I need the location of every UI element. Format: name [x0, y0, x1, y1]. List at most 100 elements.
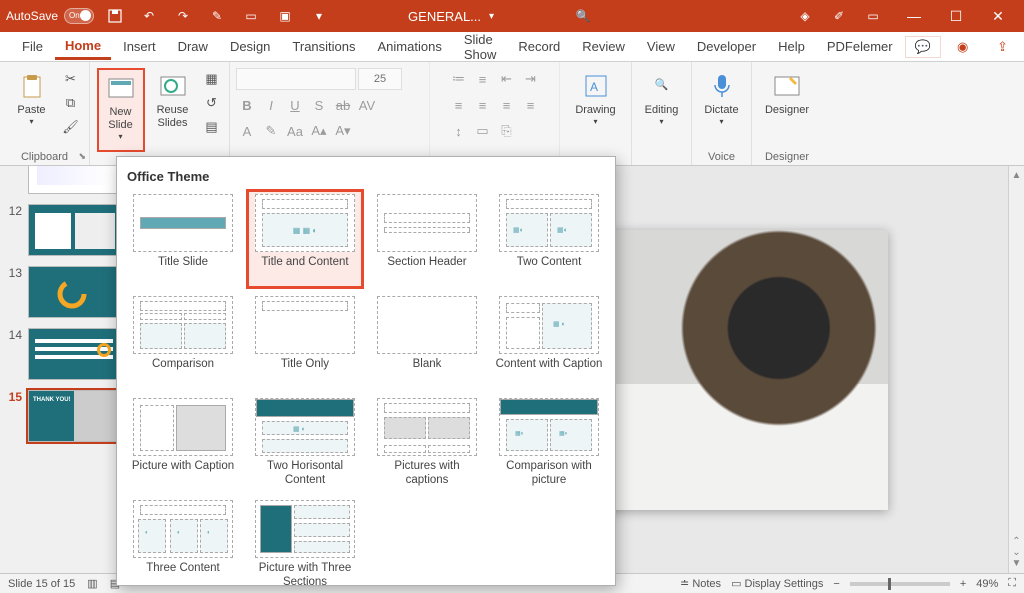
zoom-out-icon[interactable]: −	[833, 578, 839, 590]
fit-to-window-icon[interactable]: ⛶	[1008, 577, 1016, 590]
tab-transitions[interactable]: Transitions	[282, 35, 365, 58]
layout-content-with-caption[interactable]: ▦ ◐ Content with Caption	[493, 294, 605, 388]
layout-picture-with-three-sections[interactable]: Picture with Three Sections	[249, 498, 361, 586]
titlebar: AutoSave On ↶ ↷ ✎ ▭ ▣ ▾ GENERAL... ▾ 🔍 ◈…	[0, 0, 1024, 32]
notes-button[interactable]: ≐ Notes	[680, 577, 721, 590]
close-button[interactable]: ✕	[978, 0, 1018, 32]
present-icon[interactable]: ▣	[272, 3, 298, 29]
slide-thumbnails[interactable]: 12 13 14 15 THANK YOU!	[0, 166, 128, 573]
thumbnail-14[interactable]: 14	[4, 328, 123, 380]
tab-view[interactable]: View	[637, 35, 685, 58]
thumbnail-13[interactable]: 13	[4, 266, 123, 318]
layout-two-horizontal-content[interactable]: ▦ ◐ Two Horisontal Content	[249, 396, 361, 490]
zoom-in-icon[interactable]: +	[960, 578, 966, 590]
from-beginning-icon[interactable]: ▭	[238, 3, 264, 29]
thumbnail-12[interactable]: 12	[4, 204, 123, 256]
new-slide-icon	[107, 74, 135, 102]
drawing-button[interactable]: A Drawing▾	[572, 68, 620, 152]
clipboard-launcher-icon[interactable]: ⬊	[78, 151, 86, 162]
window-icon[interactable]: ▭	[860, 3, 886, 29]
maximize-button[interactable]: ☐	[936, 0, 976, 32]
tab-pdfelement[interactable]: PDFelemer	[817, 35, 903, 58]
share-icon[interactable]: ⇪	[985, 36, 1021, 58]
reuse-slides-icon	[159, 72, 187, 100]
tab-slideshow[interactable]: Slide Show	[454, 28, 507, 66]
group-slides: New Slide ▾ Reuse Slides ▦ ↺ ▤	[90, 62, 230, 165]
paste-icon	[18, 72, 46, 100]
next-slide-icon[interactable]: ⌄	[1012, 547, 1020, 558]
new-slide-gallery: Office Theme Title Slide ▦ ▦ ◐ Title and…	[116, 156, 616, 586]
group-font: 25 BIU SabAV A✎Aa A▴A▾	[230, 62, 430, 165]
cut-icon[interactable]: ✂	[60, 68, 82, 90]
designer-button[interactable]: Designer	[763, 68, 811, 152]
autosave-toggle[interactable]: AutoSave On	[6, 8, 94, 24]
group-voice: Dictate▾ Voice	[692, 62, 752, 165]
new-slide-button[interactable]: New Slide ▾	[97, 68, 145, 152]
accessibility-icon[interactable]: ▥	[87, 577, 97, 590]
layout-title-only[interactable]: Title Only	[249, 294, 361, 388]
tab-developer[interactable]: Developer	[687, 35, 766, 58]
reset-icon[interactable]: ↺	[201, 92, 223, 114]
redo-icon[interactable]: ↷	[170, 3, 196, 29]
save-icon[interactable]	[102, 3, 128, 29]
prev-slide-icon[interactable]: ⌃	[1012, 536, 1020, 547]
eyedropper-icon[interactable]: ✐	[826, 3, 852, 29]
gallery-grid: Title Slide ▦ ▦ ◐ Title and Content Sect…	[127, 192, 605, 586]
zoom-value: 49%	[976, 578, 998, 590]
tab-help[interactable]: Help	[768, 35, 815, 58]
comments-icon[interactable]: 💬	[905, 36, 941, 58]
format-painter-icon[interactable]: 🖌	[60, 116, 82, 138]
layout-icon[interactable]: ▦	[201, 68, 223, 90]
dictate-button[interactable]: Dictate▾	[698, 68, 746, 152]
record-indicator-icon[interactable]: ◉	[945, 36, 981, 58]
display-settings-button[interactable]: ▭ Display Settings	[731, 577, 823, 590]
tab-file[interactable]: File	[12, 35, 53, 58]
layout-three-content[interactable]: ◐◐◐ Three Content	[127, 498, 239, 586]
undo-icon[interactable]: ↶	[136, 3, 162, 29]
group-designer: Designer Designer	[752, 62, 822, 165]
document-title: GENERAL...	[408, 9, 481, 24]
copy-icon[interactable]: ⧉	[60, 92, 82, 114]
layout-title-slide[interactable]: Title Slide	[127, 192, 239, 286]
gallery-title: Office Theme	[127, 169, 605, 184]
reuse-slides-button[interactable]: Reuse Slides	[149, 68, 197, 152]
scroll-down-icon[interactable]: ▼	[1012, 558, 1022, 569]
ribbon-tabs: File Home Insert Draw Design Transitions…	[0, 32, 1024, 62]
paste-button[interactable]: Paste ▾	[8, 68, 56, 152]
window-controls: — ☐ ✕	[894, 0, 1018, 32]
editing-button[interactable]: 🔍 Editing▾	[638, 68, 686, 152]
tab-design[interactable]: Design	[220, 35, 280, 58]
touch-mode-icon[interactable]: ✎	[204, 3, 230, 29]
layout-title-and-content[interactable]: ▦ ▦ ◐ Title and Content	[249, 192, 361, 286]
tab-draw[interactable]: Draw	[168, 35, 218, 58]
section-icon[interactable]: ▤	[201, 116, 223, 138]
group-drawing: A Drawing▾	[560, 62, 632, 165]
diamond-icon[interactable]: ◈	[792, 3, 818, 29]
thumbnail-15[interactable]: 15 THANK YOU!	[4, 390, 123, 442]
overflow-icon[interactable]: ▾	[306, 3, 332, 29]
layout-comparison[interactable]: Comparison	[127, 294, 239, 388]
layout-picture-with-caption[interactable]: Picture with Caption	[127, 396, 239, 490]
layout-two-content[interactable]: ▦◐▦◐ Two Content	[493, 192, 605, 286]
layout-comparison-with-picture[interactable]: ▦◐▦◐ Comparison with picture	[493, 396, 605, 490]
layout-section-header[interactable]: Section Header	[371, 192, 483, 286]
tab-record[interactable]: Record	[508, 35, 570, 58]
chevron-down-icon: ▾	[29, 117, 33, 127]
zoom-slider[interactable]	[850, 582, 950, 586]
vertical-scrollbar[interactable]: ▲ ⌃ ⌄ ▼	[1008, 166, 1024, 573]
thumbnail-partial[interactable]	[4, 166, 123, 194]
title-dropdown-icon[interactable]: ▾	[489, 11, 494, 22]
layout-pictures-with-captions[interactable]: Pictures with captions	[371, 396, 483, 490]
layout-blank[interactable]: Blank	[371, 294, 483, 388]
tab-home[interactable]: Home	[55, 34, 111, 60]
search-icon[interactable]: 🔍	[570, 3, 596, 29]
tab-insert[interactable]: Insert	[113, 35, 166, 58]
autosave-label: AutoSave	[6, 9, 58, 23]
scroll-up-icon[interactable]: ▲	[1012, 170, 1022, 181]
minimize-button[interactable]: —	[894, 0, 934, 32]
group-paragraph: ≔≡⇤⇥ ≡≡≡≡ ↕▭⎘	[430, 62, 560, 165]
tab-review[interactable]: Review	[572, 35, 635, 58]
autosave-switch[interactable]: On	[64, 8, 94, 24]
svg-text:A: A	[590, 80, 598, 94]
tab-animations[interactable]: Animations	[368, 35, 452, 58]
